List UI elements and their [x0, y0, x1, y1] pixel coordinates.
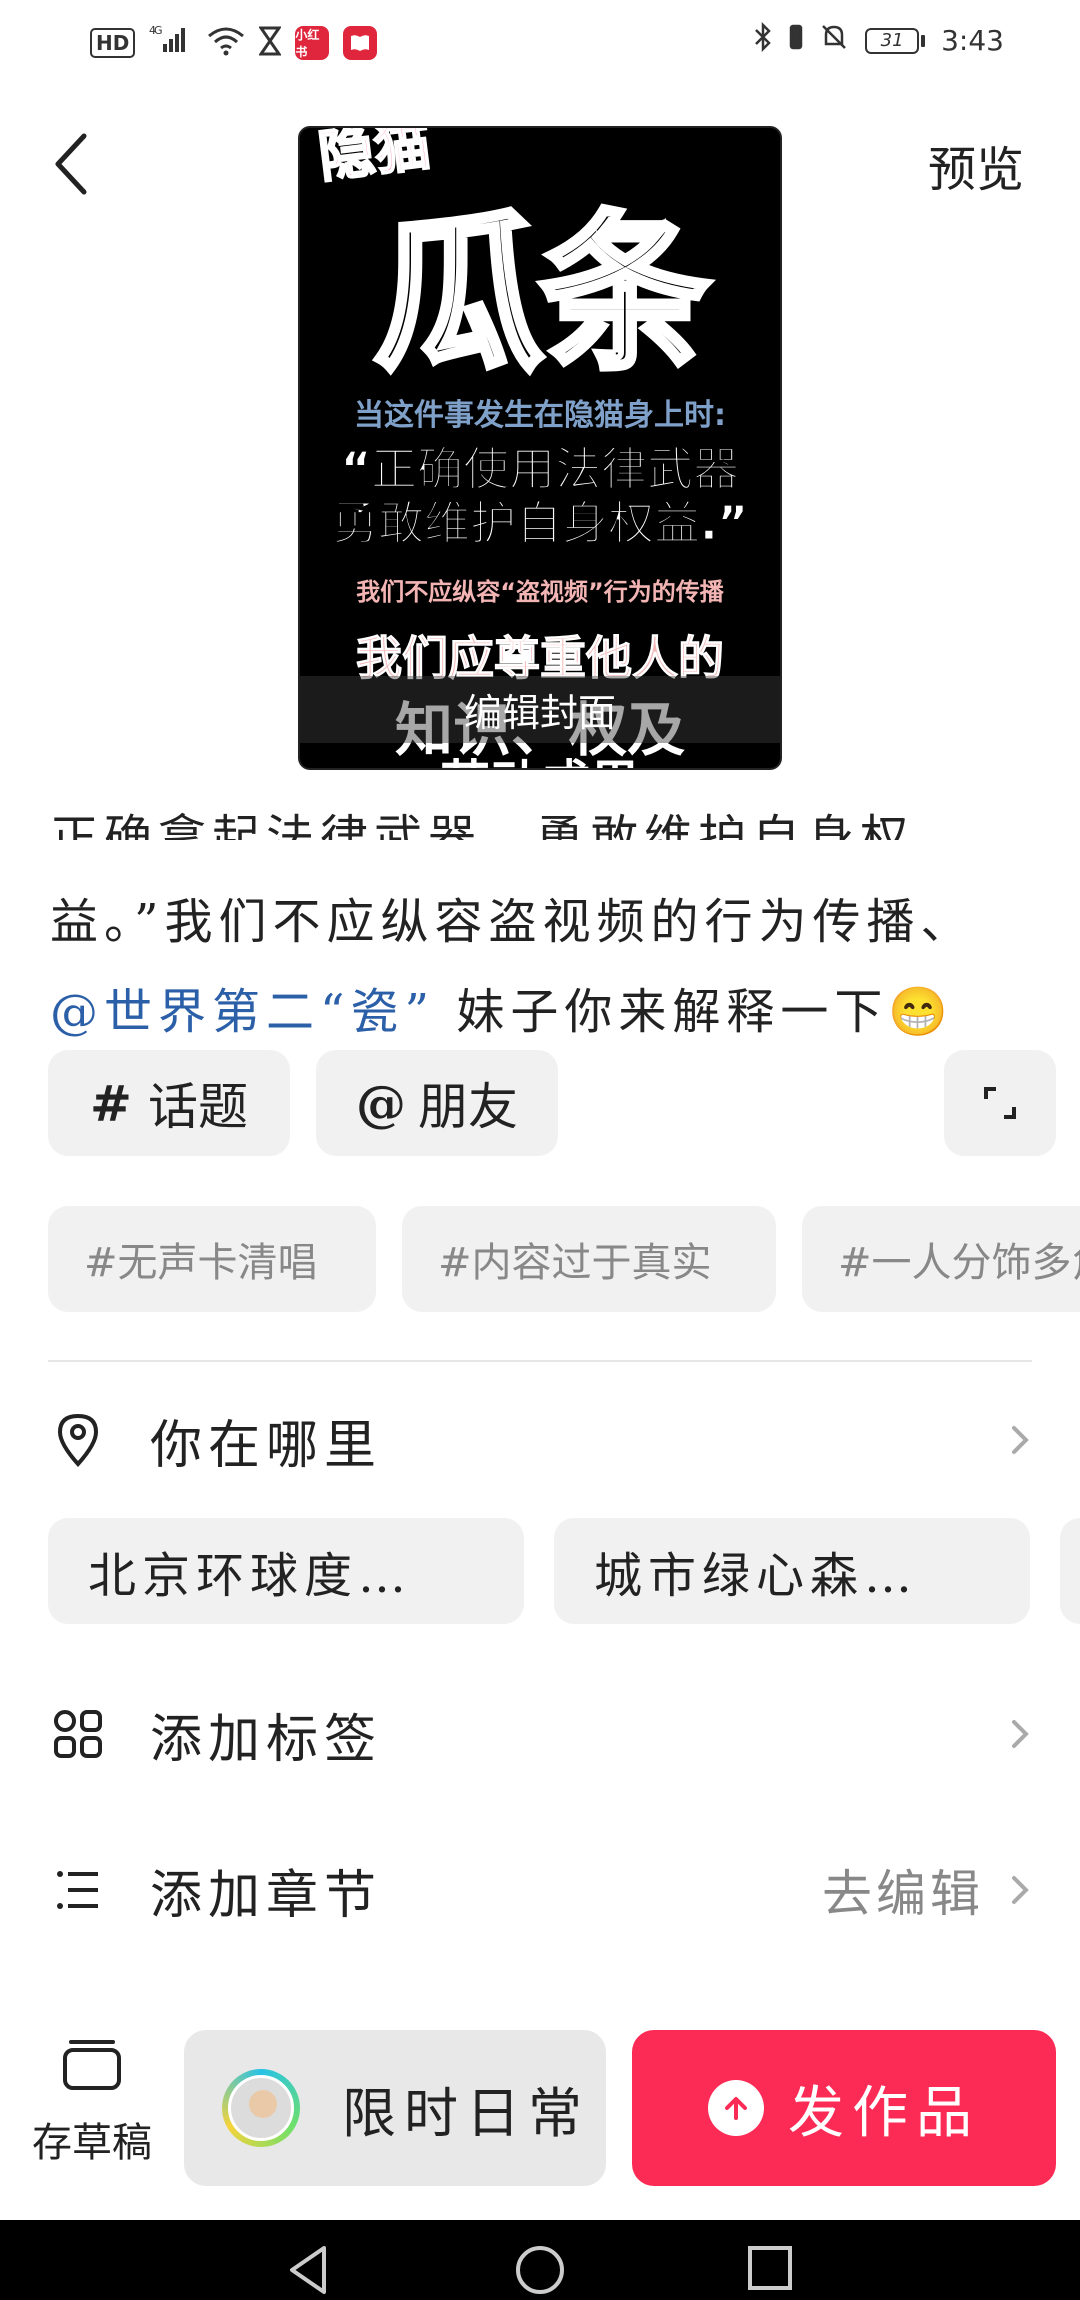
add-tags-row[interactable]: 添加标签 [48, 1684, 1032, 1784]
add-tags-label: 添加标签 [150, 1709, 383, 1770]
list-chapter-icon [48, 1860, 108, 1920]
status-left: HD 4G 小红书 [90, 24, 378, 61]
description-line-3[interactable]: @世界第二“瓷” 妹子你来解释一下😁 [50, 972, 1050, 1042]
cover-headline: 瓜条 [371, 193, 713, 397]
add-chapter-row[interactable]: 添加章节 去编辑 [48, 1840, 1032, 1940]
back-button[interactable] [48, 128, 98, 200]
nav-recents-icon[interactable] [746, 2244, 794, 2296]
location-suggestion[interactable]: 城市绿心森… [554, 1518, 1030, 1624]
limited-daily-button[interactable]: 限时日常 [184, 2030, 606, 2186]
add-chapter-label: 添加章节 [150, 1865, 383, 1926]
preview-button[interactable]: 预览 [928, 130, 1024, 200]
edit-cover-button[interactable]: 编辑封面 [300, 676, 780, 743]
chevron-right-icon [1012, 1720, 1029, 1748]
description-line-2[interactable]: 益。”我们不应纵容盗视频的行为传播、 [50, 882, 1050, 952]
cover-line-2a: “正确使用法律武器 [340, 442, 740, 497]
location-suggestion[interactable]: 北京环球度… [48, 1518, 524, 1624]
bluetooth-icon [753, 21, 773, 59]
xiaohongshu-icon: 小红书 [295, 25, 330, 60]
topic-suggestion[interactable]: #内容过于真实 [402, 1206, 776, 1312]
hd-indicator: HD [90, 27, 136, 58]
hashtag-label: 话题 [147, 1078, 248, 1136]
chevron-left-icon [55, 133, 87, 195]
battery-level: 31 [865, 27, 920, 54]
upload-arrow-icon [708, 2080, 764, 2136]
publish-button[interactable]: 发作品 [632, 2030, 1056, 2186]
cover-line-1: 当这件事发生在隐猫身上时: [354, 398, 726, 433]
location-label: 你在哪里 [150, 1415, 383, 1476]
cover-line-3: 我们不应纵容“盗视频”行为的传播 [356, 578, 724, 606]
video-cover[interactable]: 隐猫 瓜条 当这件事发生在隐猫身上时: “正确使用法律武器 勇敢维护自身权益.”… [298, 126, 782, 770]
save-draft-label: 存草稿 [32, 2120, 152, 2166]
friend-label: 朋友 [418, 1078, 518, 1136]
chevron-right-icon [1012, 1426, 1029, 1454]
topic-suggestion[interactable]: #一人分饰多角 [802, 1206, 1080, 1312]
cover-line-6: 劳动成果 [300, 744, 780, 768]
drafts-box-icon [63, 2040, 121, 2090]
description-line-1[interactable]: 正确拿起法律武器，勇敢维护自身权 [50, 788, 1050, 840]
description-line-3-text: 妹子你来解释一下😁 [435, 984, 955, 1040]
status-right: 31 3:43 [753, 21, 1004, 59]
wifi-icon [207, 26, 245, 60]
chevron-right-icon [1012, 1876, 1029, 1904]
grid-tags-icon [48, 1704, 108, 1764]
hashtag-icon: # [90, 1073, 132, 1133]
expand-editor-button[interactable] [944, 1050, 1056, 1156]
divider [48, 1360, 1032, 1362]
limited-daily-label: 限时日常 [342, 2081, 590, 2145]
nav-back-icon[interactable] [286, 2244, 330, 2300]
mention-friend-button[interactable]: @ 朋友 [316, 1050, 558, 1156]
location-suggestion-more[interactable] [1060, 1518, 1080, 1624]
status-bar: HD 4G 小红书 31 3:43 [0, 0, 1080, 84]
nav-home-icon[interactable] [514, 2244, 566, 2300]
avatar [222, 2069, 300, 2147]
battery-icon: 31 [865, 27, 926, 54]
hourglass-icon [258, 26, 283, 60]
save-draft-button[interactable]: 存草稿 [28, 2036, 156, 2168]
topic-suggestion[interactable]: #无声卡清唱 [48, 1206, 376, 1312]
at-icon: @ [356, 1073, 406, 1133]
publish-label: 发作品 [788, 2080, 980, 2146]
expand-icon [984, 1087, 1016, 1119]
system-nav-bar [0, 2220, 1080, 2300]
signal-icon: 4G [149, 24, 193, 61]
cover-line-2: “正确使用法律武器 勇敢维护自身权益.” [300, 442, 780, 551]
add-hashtag-button[interactable]: # 话题 [48, 1050, 290, 1156]
location-row[interactable]: 你在哪里 [48, 1390, 1032, 1490]
go-edit-hint: 去编辑 [822, 1865, 984, 1923]
book-app-icon [343, 25, 378, 60]
cover-line-2b: 勇敢维护自身权益.” [332, 496, 749, 551]
mention-link[interactable]: @世界第二“瓷” [50, 984, 435, 1040]
location-pin-icon [48, 1410, 108, 1470]
clock: 3:43 [941, 24, 1004, 57]
mute-bell-icon [819, 22, 849, 59]
network-type: 4G [149, 24, 162, 37]
vibrate-icon [789, 22, 803, 59]
